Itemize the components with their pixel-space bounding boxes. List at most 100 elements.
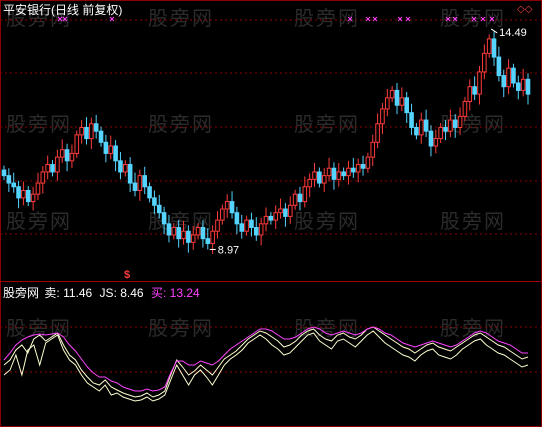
candle-body xyxy=(452,119,458,128)
candle-body xyxy=(93,123,99,132)
stock-chart-window: 股旁网 股旁网 股旁网 股旁网 股旁网 股旁网 股旁网 股旁网 股旁网 股旁网 … xyxy=(0,0,542,427)
candle-body xyxy=(341,171,346,177)
candle-body xyxy=(64,149,70,162)
candle-body xyxy=(258,223,264,236)
candle-body xyxy=(152,197,157,206)
candle-body xyxy=(380,108,385,125)
candle-body xyxy=(59,149,65,158)
candle-body xyxy=(171,227,177,236)
low-label: 8.97 xyxy=(218,244,239,256)
candle-body xyxy=(127,164,133,184)
candle-body xyxy=(525,78,531,95)
indicator-buy-label: 买 xyxy=(150,286,163,300)
candle-body xyxy=(351,167,356,173)
candle-body xyxy=(501,75,507,88)
candle-body xyxy=(399,97,405,106)
candle-body xyxy=(520,78,526,91)
candle-body xyxy=(496,56,502,77)
indicator-js-value: 8.46 xyxy=(120,286,144,300)
candle-body xyxy=(317,171,322,184)
candle-body xyxy=(229,201,235,214)
candle-body xyxy=(89,123,94,140)
candle-body xyxy=(84,126,89,140)
candle-body xyxy=(273,212,279,221)
candle-body xyxy=(414,126,419,136)
candle-body xyxy=(467,86,473,103)
candle-body xyxy=(433,138,439,147)
corner-marker[interactable]: ◇◇ xyxy=(517,3,532,17)
indicator-line-JS xyxy=(3,330,529,402)
candle-body xyxy=(287,204,293,217)
candle-body xyxy=(205,238,211,244)
candle-body xyxy=(79,126,84,136)
candle-body xyxy=(326,167,332,177)
candle-body xyxy=(113,145,118,162)
candle-body xyxy=(108,145,114,154)
candle-body xyxy=(331,167,337,180)
chart-title: 平安银行(日线 前复权) xyxy=(3,3,123,17)
candle-body xyxy=(35,182,41,195)
candle-body xyxy=(181,230,186,240)
candle-body xyxy=(249,219,254,229)
candle-body xyxy=(506,67,511,88)
candle-body xyxy=(423,119,429,132)
candle-body xyxy=(21,189,26,199)
candle-body xyxy=(457,115,463,128)
candle-body xyxy=(404,97,410,114)
candle-body xyxy=(360,164,366,169)
candle-body xyxy=(220,208,225,221)
candle-body xyxy=(137,175,143,191)
candle-body xyxy=(1,169,7,177)
candle-body xyxy=(428,130,434,147)
chart-canvas: 14.49 8.97 $ xyxy=(0,0,542,427)
candle-body xyxy=(98,130,104,143)
candle-body xyxy=(297,193,303,203)
candle-body xyxy=(156,204,162,214)
candle-body xyxy=(161,212,167,225)
candle-body xyxy=(365,156,371,169)
candle-body xyxy=(355,164,361,173)
candle-body xyxy=(384,97,390,110)
candle-body xyxy=(239,223,245,232)
candle-body xyxy=(312,171,317,180)
candle-body xyxy=(375,123,380,143)
candle-body xyxy=(122,164,128,173)
indicator-sell-label: 卖 xyxy=(44,286,57,300)
candle-body xyxy=(210,230,215,244)
candle-body xyxy=(166,223,172,236)
candle-body xyxy=(50,164,55,173)
candle-body xyxy=(302,186,308,203)
candle-body xyxy=(263,215,269,225)
candle-body xyxy=(69,152,75,162)
candle-body xyxy=(176,227,181,240)
candle-body xyxy=(462,101,468,117)
candle-body xyxy=(186,230,191,243)
candle-body xyxy=(55,156,60,173)
high-label: 14.49 xyxy=(499,27,527,39)
candle-body xyxy=(486,38,492,54)
candle-body xyxy=(16,186,21,199)
candle-body xyxy=(389,89,395,99)
candle-body xyxy=(45,164,50,173)
candle-body xyxy=(477,71,482,95)
candle-body xyxy=(511,67,516,84)
candle-body xyxy=(409,112,414,128)
indicator-line-卖 xyxy=(3,326,529,398)
candle-body xyxy=(418,119,424,136)
candle-body xyxy=(74,134,80,154)
candle-body xyxy=(103,141,109,154)
candle-body xyxy=(448,119,453,132)
candle-body xyxy=(283,208,288,217)
candle-body xyxy=(438,126,443,140)
indicator-buy-value: 13.24 xyxy=(169,286,200,300)
candle-body xyxy=(292,193,298,206)
candle-body xyxy=(234,212,240,225)
candle-body xyxy=(253,227,259,236)
candle-body xyxy=(6,175,12,184)
candle-body xyxy=(307,178,312,188)
indicator-title: 股旁网 卖: 11.46 JS: 8.46 买: 13.24 xyxy=(3,286,200,300)
indicator-sell-value: 11.46 xyxy=(63,286,93,300)
candle-body xyxy=(346,167,351,177)
candle-body xyxy=(224,201,230,210)
candle-body xyxy=(190,234,196,243)
